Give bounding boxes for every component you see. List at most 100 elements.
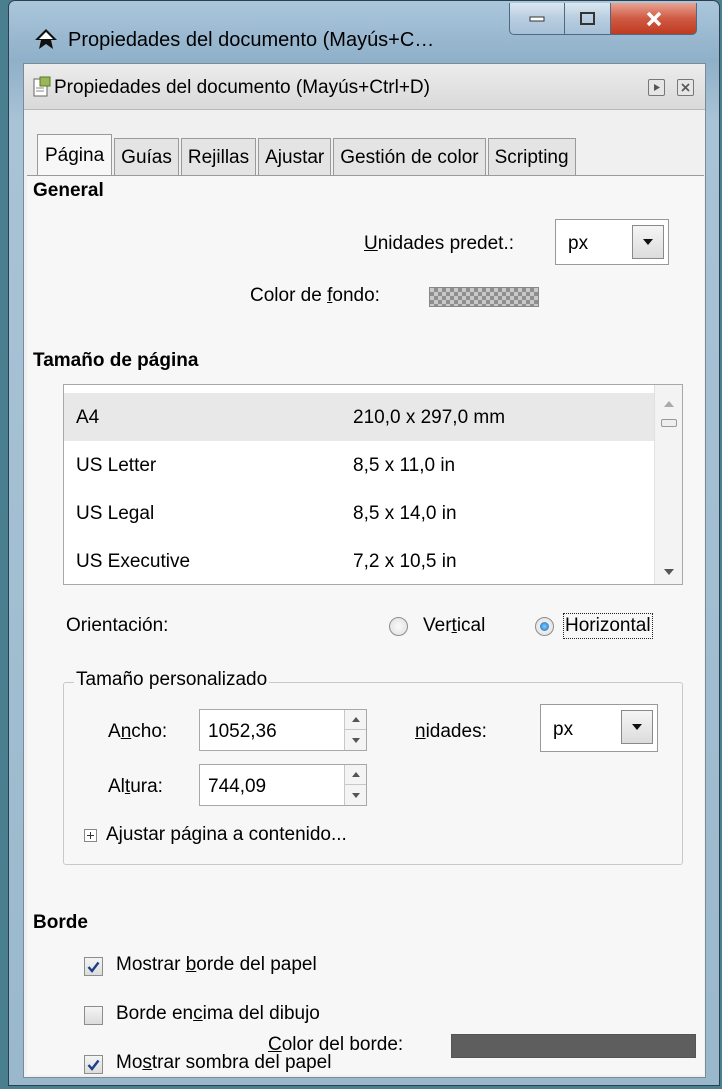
minimize-icon xyxy=(529,16,545,21)
app-window: Propiedades del documento (Mayús+C… Prop… xyxy=(8,0,720,1086)
border-heading: Borde xyxy=(33,912,88,933)
width-value: 1052,36 xyxy=(208,721,277,742)
inkscape-app-icon xyxy=(35,29,57,49)
horizontal-radio[interactable] xyxy=(535,617,554,636)
minimize-button[interactable] xyxy=(509,3,565,35)
show-shadow-pre: Mo xyxy=(116,1052,143,1073)
close-icon xyxy=(646,11,661,26)
maximize-button[interactable] xyxy=(565,3,611,35)
tab-scripting[interactable]: Scripting xyxy=(487,138,576,176)
custom-units-label: nUUidades: xyxy=(415,721,487,743)
dock-close-button[interactable] xyxy=(677,79,694,96)
background-color-label-rest: ondo: xyxy=(332,285,380,306)
page-size-list[interactable]: A4 210,0 x 297,0 mm US Letter 8,5 x 11,0… xyxy=(63,384,683,585)
spin-up-button[interactable] xyxy=(345,765,366,785)
list-item[interactable]: US Letter 8,5 x 11,0 in xyxy=(64,441,654,489)
orientation-label: Orientación: xyxy=(66,615,169,636)
height-spin-buttons[interactable] xyxy=(344,765,366,805)
dropdown-button[interactable] xyxy=(632,225,664,259)
default-units-value: px xyxy=(568,233,589,254)
vertical-label: Vertical xyxy=(423,615,485,637)
tab-rejillas[interactable]: Rejillas xyxy=(180,138,257,176)
background-color-label: Color de fondo: xyxy=(250,285,380,307)
arrow-up-icon xyxy=(351,772,360,777)
mnemonic-n: n xyxy=(120,721,132,742)
mnemonic-s: s xyxy=(142,1052,152,1073)
custom-size-legend: Tamaño personalizado xyxy=(74,669,270,691)
page-tab-panel: General Unidades predet.: px Color de fo… xyxy=(27,175,704,1075)
border-on-top-label: Borde encima del dibujo xyxy=(116,1003,320,1025)
page-size-name: A4 xyxy=(76,407,100,428)
tab-guias[interactable]: Guías xyxy=(114,138,179,176)
border-on-top-pre: Borde en xyxy=(116,1003,194,1024)
default-units-label-text: nidades predet.: xyxy=(377,233,514,254)
expand-plus-icon xyxy=(84,829,97,842)
border-color-label-rest: olor del borde: xyxy=(281,1034,404,1055)
default-units-select[interactable]: px xyxy=(555,219,669,265)
dropdown-button[interactable] xyxy=(621,710,653,744)
arrow-down-icon xyxy=(351,792,360,798)
tab-bar: Página Guías Rejillas Ajustar Gestión de… xyxy=(37,134,578,176)
list-item[interactable]: A4 210,0 x 297,0 mm xyxy=(64,393,654,441)
page-size-dimensions: 8,5 x 14,0 in xyxy=(353,503,457,524)
background-color-label-pre: Color de xyxy=(250,285,328,306)
width-spin-buttons[interactable] xyxy=(344,710,366,750)
dock-iconify-button[interactable] xyxy=(648,79,665,96)
scroll-up-icon xyxy=(664,401,674,407)
page-size-dimensions: 210,0 x 297,0 mm xyxy=(353,407,506,428)
title-bar[interactable]: Propiedades del documento (Mayús+C… xyxy=(9,1,719,57)
border-on-top-checkbox[interactable] xyxy=(84,1006,103,1025)
height-value: 744,09 xyxy=(208,776,267,797)
page-size-heading: Tamaño de página xyxy=(33,350,199,371)
custom-units-value: px xyxy=(553,719,574,740)
dock-title-bar[interactable]: Propiedades del documento (Mayús+Ctrl+D) xyxy=(24,64,705,110)
close-button[interactable] xyxy=(611,3,697,35)
custom-size-group: Tamaño personalizado Ancho: 1052,36 nUUi… xyxy=(63,669,683,865)
page-size-name: US Legal xyxy=(76,503,155,524)
border-color-swatch[interactable] xyxy=(451,1034,696,1058)
height-label-rest: ura: xyxy=(130,776,163,797)
list-item[interactable]: US Executive 7,2 x 10,5 in xyxy=(64,537,654,584)
general-heading: General xyxy=(33,180,104,201)
list-item[interactable]: US Legal 8,5 x 14,0 in xyxy=(64,489,654,537)
scrollbar-thumb[interactable] xyxy=(661,419,677,427)
list-scrollbar[interactable] xyxy=(654,385,682,584)
vertical-label-rest: ical xyxy=(456,615,486,636)
custom-units-select[interactable]: px xyxy=(540,704,658,752)
fit-page-expander[interactable]: Ajustar página a contenido... xyxy=(84,823,414,849)
tab-ajustar[interactable]: Ajustar xyxy=(258,138,332,176)
default-units-label: Unidades predet.: xyxy=(364,233,514,255)
mnemonic-b: b xyxy=(185,954,197,975)
document-properties-dialog: Propiedades del documento (Mayús+Ctrl+D)… xyxy=(23,63,706,1078)
height-spinbox[interactable]: 744,09 xyxy=(199,764,367,806)
fit-page-label: Ajustar página a contenido... xyxy=(106,824,347,845)
horizontal-label: Horizontal xyxy=(563,613,653,639)
show-shadow-checkbox[interactable] xyxy=(84,1055,103,1074)
chevron-down-icon xyxy=(643,239,653,245)
spin-down-button[interactable] xyxy=(345,730,366,750)
show-border-pre: Mostrar xyxy=(116,954,186,975)
arrow-down-icon xyxy=(351,737,360,743)
mnemonic-c: c xyxy=(193,1003,203,1024)
mnemonic-u: U xyxy=(364,233,378,254)
tab-gestion-de-color[interactable]: Gestión de color xyxy=(333,138,486,176)
width-spinbox[interactable]: 1052,36 xyxy=(199,709,367,751)
spin-down-button[interactable] xyxy=(345,785,366,805)
close-icon xyxy=(681,83,690,92)
custom-units-label-rest: idades: xyxy=(425,721,487,742)
page-size-dimensions: 7,2 x 10,5 in xyxy=(353,551,457,572)
show-border-rest: orde del papel xyxy=(196,954,317,975)
background-color-swatch[interactable] xyxy=(429,287,539,307)
show-border-checkbox[interactable] xyxy=(84,957,103,976)
mnemonic-u: n xyxy=(415,721,426,742)
spin-up-button[interactable] xyxy=(345,710,366,730)
vertical-label-pre: Ver xyxy=(423,615,452,636)
width-label: Ancho: xyxy=(108,721,167,743)
border-color-label: Color del borde: xyxy=(268,1034,403,1056)
page-size-dimensions: 8,5 x 11,0 in xyxy=(353,455,456,476)
vertical-radio[interactable] xyxy=(389,617,408,636)
checkmark-icon xyxy=(87,1059,100,1071)
tab-pagina[interactable]: Página xyxy=(37,134,113,176)
width-label-pre: A xyxy=(108,721,121,742)
maximize-icon xyxy=(579,11,595,25)
